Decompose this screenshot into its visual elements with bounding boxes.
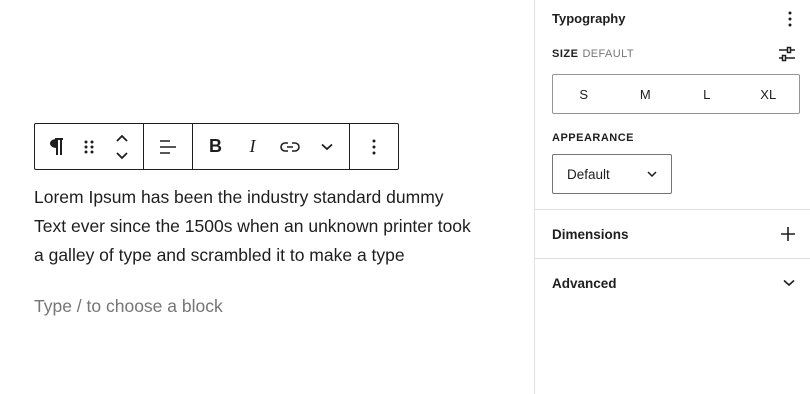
paragraph-line: Text ever since the 1500s when an unknow… <box>34 216 471 236</box>
paragraph-button[interactable] <box>42 124 70 169</box>
dimensions-title: Dimensions <box>552 226 629 242</box>
size-header: SIZE DEFAULT <box>552 48 634 60</box>
appearance-label: APPEARANCE <box>552 132 635 144</box>
italic-label: I <box>249 136 256 156</box>
move-up-down-button[interactable] <box>108 124 136 169</box>
editor-canvas: B I Lorem Ipsum has been the industry st… <box>0 0 534 394</box>
block-placeholder[interactable]: Type / to choose a block <box>34 296 223 317</box>
dimensions-panel-toggle[interactable]: Dimensions <box>535 210 810 258</box>
advanced-panel-toggle[interactable]: Advanced <box>535 259 810 307</box>
paragraph-line: Lorem Ipsum has been the industry standa… <box>34 187 444 207</box>
chevron-down-icon <box>320 143 333 150</box>
vertical-ellipsis-icon <box>372 139 376 154</box>
size-option-xl[interactable]: XL <box>738 87 800 102</box>
link-button[interactable] <box>273 124 307 169</box>
sliders-icon <box>779 46 795 62</box>
font-size-picker: S M L XL <box>552 74 800 114</box>
bold-button[interactable]: B <box>199 124 233 169</box>
appearance-value: Default <box>567 166 610 182</box>
paragraph-icon <box>50 137 63 155</box>
more-formats-button[interactable] <box>310 124 344 169</box>
plus-icon <box>781 227 795 241</box>
size-option-l[interactable]: L <box>676 87 738 102</box>
italic-button[interactable]: I <box>236 124 270 169</box>
block-options-button[interactable] <box>357 124 391 169</box>
chevron-down-icon <box>647 171 657 177</box>
typography-title: Typography <box>552 11 626 26</box>
size-label: SIZE <box>552 48 579 60</box>
vertical-ellipsis-icon <box>788 11 792 27</box>
bold-label: B <box>209 136 222 156</box>
appearance-select[interactable]: Default <box>552 154 672 194</box>
custom-size-button[interactable] <box>778 45 796 68</box>
align-group <box>144 124 193 169</box>
align-button[interactable] <box>151 124 185 169</box>
paragraph-line: a galley of type and scrambled it to mak… <box>34 245 405 265</box>
size-option-s[interactable]: S <box>553 87 615 102</box>
align-left-icon <box>160 139 176 154</box>
drag-handle-icon <box>84 140 94 153</box>
link-icon <box>279 141 300 152</box>
format-group: B I <box>193 124 350 169</box>
typography-options-button[interactable] <box>788 11 792 32</box>
size-option-m[interactable]: M <box>615 87 677 102</box>
drag-handle-button[interactable] <box>75 124 103 169</box>
settings-sidebar: Typography SIZE DEFAULT S M L XL APPEARA… <box>534 0 810 394</box>
block-toolbar: B I <box>34 123 399 170</box>
block-type-group <box>35 124 144 169</box>
advanced-title: Advanced <box>552 275 617 291</box>
move-up-down-icon <box>116 134 128 159</box>
options-group <box>350 124 398 169</box>
paragraph-block[interactable]: Lorem Ipsum has been the industry standa… <box>34 183 504 270</box>
chevron-down-icon <box>783 279 795 287</box>
size-value: DEFAULT <box>582 48 634 60</box>
